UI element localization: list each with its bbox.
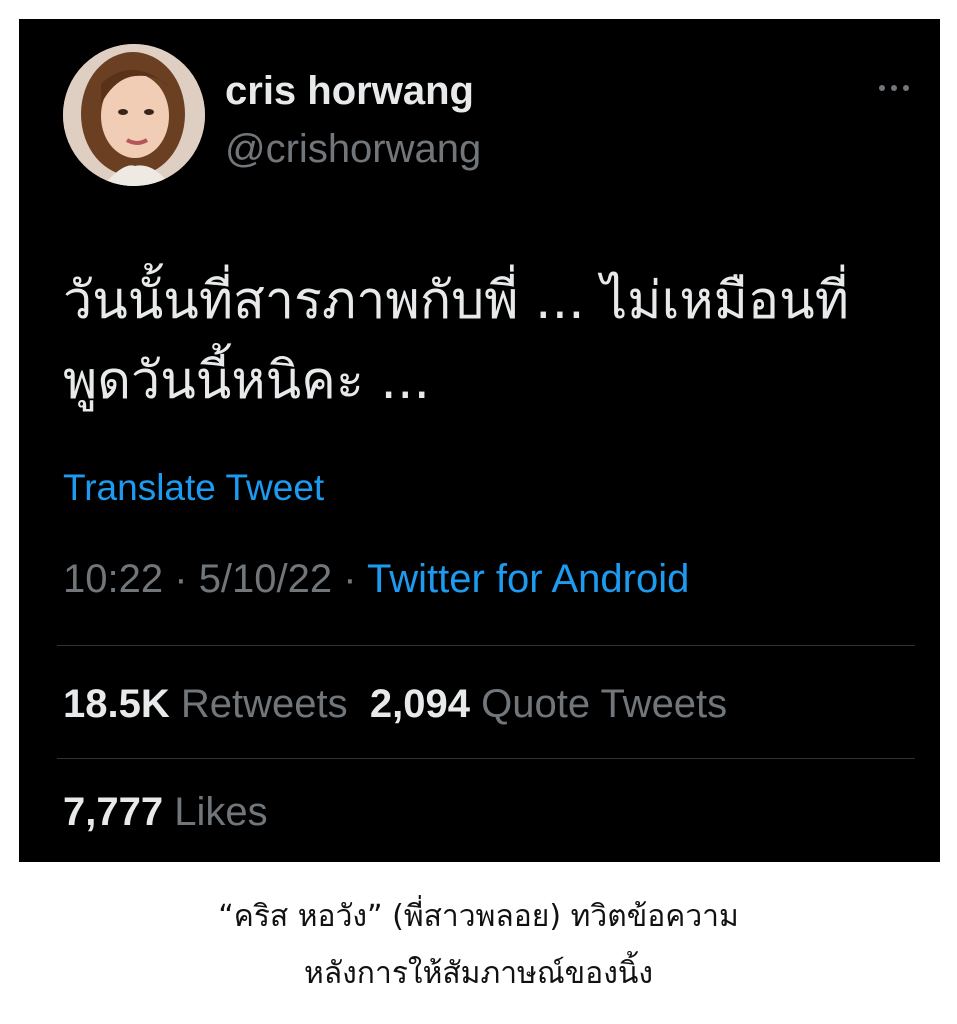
quote-tweets-label: Quote Tweets bbox=[481, 682, 728, 726]
retweets-label: Retweets bbox=[180, 682, 348, 726]
display-name[interactable]: cris horwang bbox=[225, 69, 474, 114]
avatar-image bbox=[63, 44, 205, 186]
likes-label: Likes bbox=[174, 790, 268, 834]
retweets-stat[interactable]: 18.5K Retweets bbox=[63, 682, 348, 726]
likes-count: 7,777 bbox=[63, 790, 164, 834]
meta-separator: · bbox=[174, 557, 188, 601]
caption-line: หลังการให้สัมภาษณ์ของนิ้ง bbox=[304, 956, 653, 991]
caption-line: “คริส หอวัง” (พี่สาวพลอย) ทวิตข้อความ bbox=[218, 899, 739, 934]
tweet-card: cris horwang @crishorwang วันนั้นที่สารภ… bbox=[19, 19, 940, 862]
more-horizontal-icon[interactable] bbox=[877, 83, 911, 93]
likes-stat[interactable]: 7,777 Likes bbox=[63, 790, 268, 834]
tweet-time[interactable]: 10:22 bbox=[63, 557, 163, 601]
divider bbox=[57, 645, 915, 646]
divider bbox=[57, 758, 915, 759]
tweet-date[interactable]: 5/10/22 bbox=[199, 557, 332, 601]
avatar[interactable] bbox=[63, 44, 205, 186]
quote-tweets-count: 2,094 bbox=[369, 682, 470, 726]
engagement-stats-row: 18.5K Retweets 2,094 Quote Tweets bbox=[63, 682, 727, 727]
tweet-text-line: วันนั้นที่สารภาพกับพี่ ... ไม่เหมือนที่ bbox=[63, 271, 849, 331]
retweets-count: 18.5K bbox=[63, 682, 170, 726]
likes-row: 7,777 Likes bbox=[63, 790, 268, 835]
tweet-source-link[interactable]: Twitter for Android bbox=[367, 557, 689, 601]
user-handle[interactable]: @crishorwang bbox=[225, 127, 481, 172]
tweet-text-line: พูดวันนี้หนิคะ ... bbox=[63, 351, 430, 411]
tweet-metadata: 10:22 · 5/10/22 · Twitter for Android bbox=[63, 557, 689, 602]
quote-tweets-stat[interactable]: 2,094 Quote Tweets bbox=[370, 682, 727, 726]
meta-separator: · bbox=[343, 557, 357, 601]
tweet-text: วันนั้นที่สารภาพกับพี่ ... ไม่เหมือนที่ … bbox=[63, 261, 923, 421]
translate-tweet-link[interactable]: Translate Tweet bbox=[63, 467, 324, 509]
